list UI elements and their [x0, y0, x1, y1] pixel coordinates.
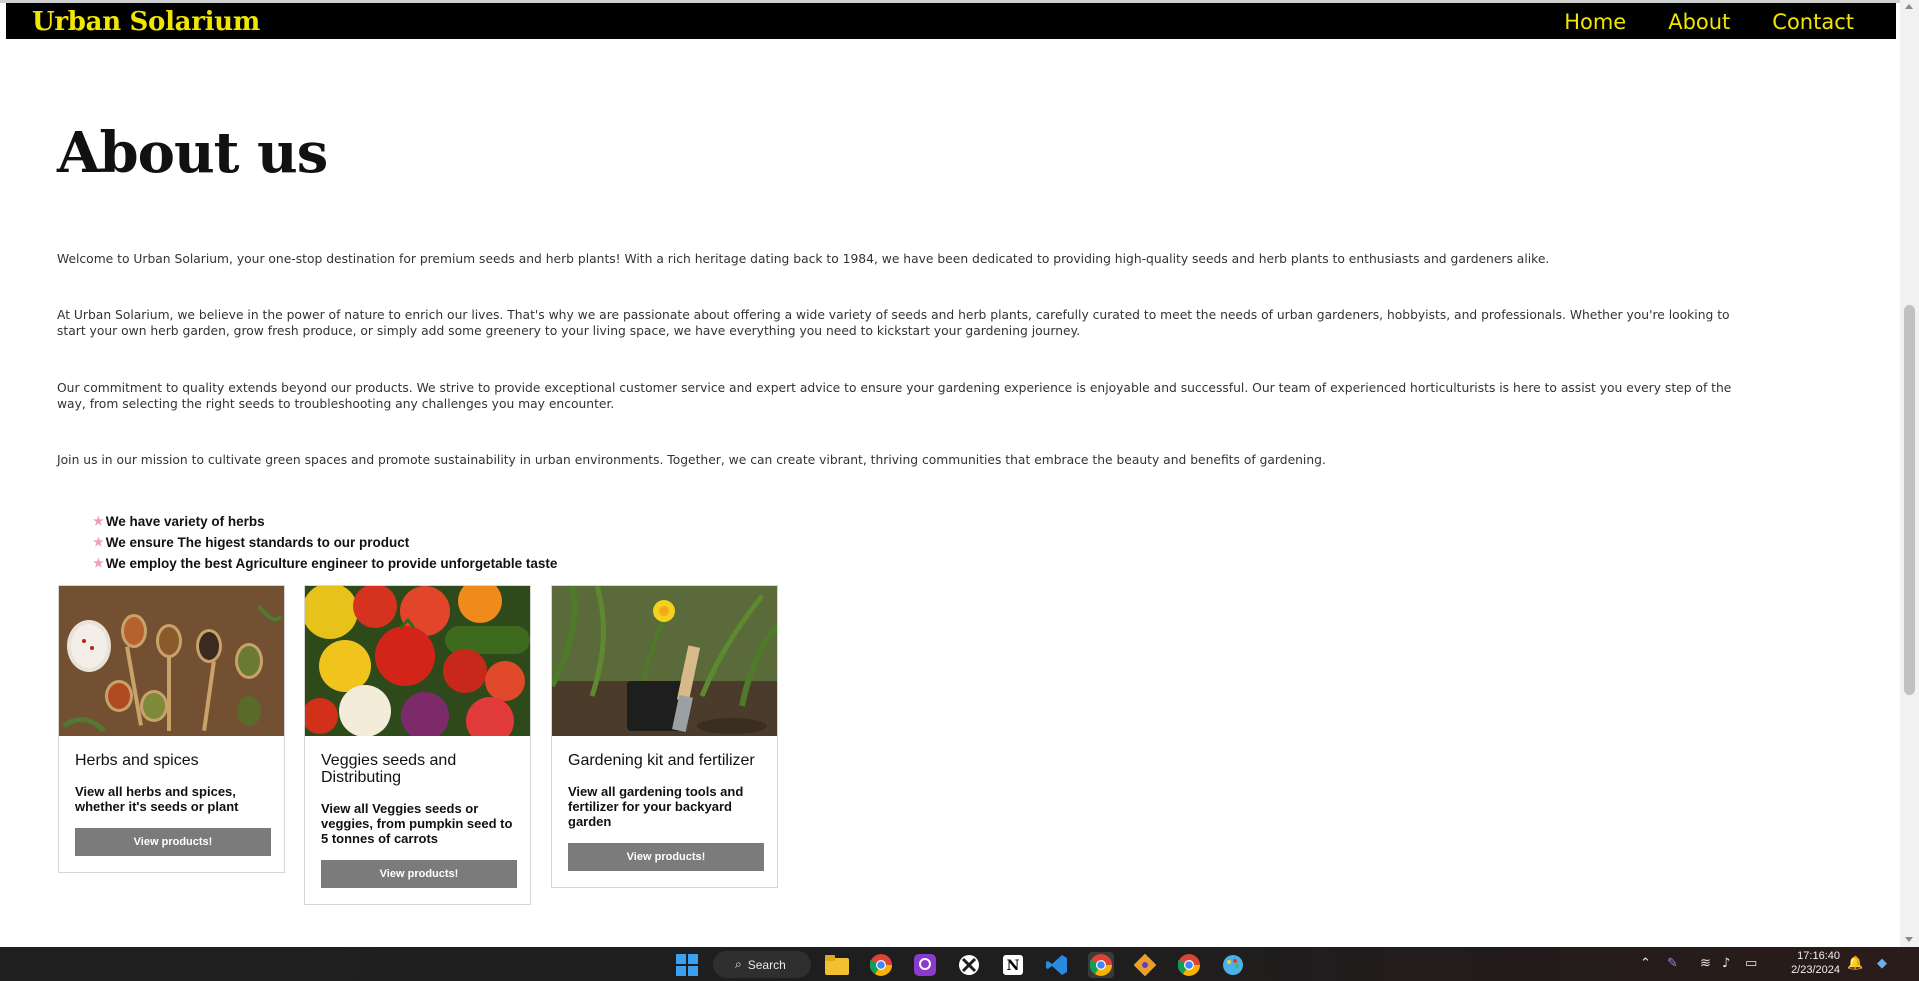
star-icon: ★ [93, 535, 104, 549]
page-title: About us [57, 120, 328, 186]
feature-item: ★ We employ the best Agriculture enginee… [93, 553, 557, 574]
card-title: Herbs and spices [75, 752, 199, 769]
battery-icon[interactable]: ▭ [1745, 956, 1757, 972]
xbox-icon[interactable] [956, 952, 982, 978]
chrome-active-icon[interactable] [1088, 952, 1114, 978]
card-title: Veggies seeds and Distributing [321, 752, 457, 786]
svg-text:N: N [1007, 958, 1020, 974]
taskbar-clock[interactable]: 17:16:40 2/23/2024 [1780, 949, 1840, 977]
nav-about-link[interactable]: About [1668, 9, 1730, 35]
windows-start-icon[interactable] [674, 952, 700, 978]
feature-list: ★ We have variety of herbs ★ We ensure T… [93, 511, 557, 574]
podcast-app-icon[interactable] [912, 952, 938, 978]
vscode-icon[interactable] [1044, 952, 1070, 978]
chrome-profile-icon[interactable] [1176, 952, 1202, 978]
gardening-kit-image [552, 586, 777, 736]
product-card-herbs: Herbs and spices View all herbs and spic… [58, 585, 285, 873]
notification-bell-icon[interactable]: 🔔 [1847, 956, 1863, 972]
pen-icon[interactable]: ✎ [1667, 956, 1678, 972]
veggies-image [305, 586, 530, 736]
commitment-paragraph: Our commitment to quality extends beyond… [57, 381, 1732, 411]
vertical-scrollbar[interactable] [1900, 0, 1919, 947]
belief-paragraph: At Urban Solarium, we believe in the pow… [57, 308, 1730, 338]
card-body: Veggies seeds and Distributing View all … [305, 736, 530, 904]
scroll-up-arrow-icon[interactable] [1905, 4, 1913, 9]
view-products-button[interactable]: View products! [321, 860, 517, 888]
card-title: Gardening kit and fertilizer [568, 752, 755, 769]
star-icon: ★ [93, 514, 104, 528]
feature-text: We have variety of herbs [105, 514, 265, 529]
nav-contact-link[interactable]: Contact [1772, 9, 1854, 35]
notion-icon[interactable]: N [1000, 952, 1026, 978]
navbar: Urban Solarium Home About Contact [6, 3, 1896, 39]
feature-item: ★ We ensure The higest standards to our … [93, 532, 557, 553]
taskbar-search[interactable]: ⌕ Search [713, 951, 811, 978]
view-products-button[interactable]: View products! [75, 828, 271, 856]
search-icon: ⌕ [735, 957, 742, 971]
browser-viewport: Urban Solarium Home About Contact About … [0, 0, 1900, 947]
git-tool-icon[interactable] [1132, 952, 1158, 978]
scroll-down-arrow-icon[interactable] [1905, 937, 1913, 942]
nav-home-link[interactable]: Home [1564, 9, 1626, 35]
card-body: Gardening kit and fertilizer View all ga… [552, 736, 777, 887]
card-text: View all gardening tools and fertilizer … [568, 784, 744, 829]
mission-paragraph: Join us in our mission to cultivate gree… [57, 453, 1326, 467]
brand-logo[interactable]: Urban Solarium [32, 7, 260, 37]
scroll-thumb[interactable] [1904, 305, 1915, 695]
card-text: View all Veggies seeds or veggies, from … [321, 801, 513, 846]
feature-text: We employ the best Agriculture engineer … [105, 556, 558, 571]
herbs-spices-image [59, 586, 284, 736]
nav-links: Home About Contact [1564, 9, 1854, 35]
clock-time: 17:16:40 [1797, 950, 1840, 962]
intro-paragraph: Welcome to Urban Solarium, your one-stop… [57, 252, 1550, 266]
copilot-icon[interactable]: ◆ [1877, 956, 1887, 972]
chrome-icon[interactable] [868, 952, 894, 978]
paint-icon[interactable] [1220, 952, 1246, 978]
product-card-veggies: Veggies seeds and Distributing View all … [304, 585, 531, 905]
view-products-button[interactable]: View products! [568, 843, 764, 871]
star-icon: ★ [93, 556, 104, 570]
wifi-icon[interactable]: ≋ [1700, 956, 1711, 972]
volume-icon[interactable]: ♪ [1722, 956, 1730, 972]
product-card-gardening: Gardening kit and fertilizer View all ga… [551, 585, 778, 888]
file-explorer-icon[interactable] [824, 952, 850, 978]
card-body: Herbs and spices View all herbs and spic… [59, 736, 284, 872]
windows-taskbar: ⌕ Search N ⌃ ✎ ≋ ♪ ▭ 17:16:40 2/23/2024 … [0, 947, 1919, 981]
feature-text: We ensure The higest standards to our pr… [105, 535, 410, 550]
card-text: View all herbs and spices, whether it's … [75, 784, 239, 814]
clock-date: 2/23/2024 [1791, 964, 1840, 976]
feature-item: ★ We have variety of herbs [93, 511, 557, 532]
tray-overflow-chevron-icon[interactable]: ⌃ [1640, 956, 1651, 972]
search-label: Search [747, 957, 786, 972]
